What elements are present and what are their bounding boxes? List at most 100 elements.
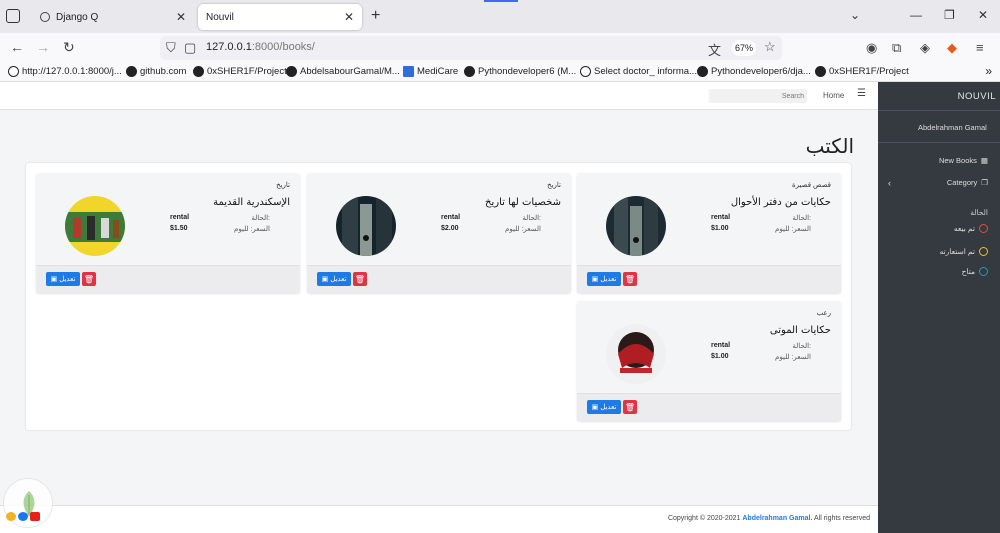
app-top-bar: 🔍︎ Home ☰ — [0, 82, 878, 110]
reload-icon[interactable]: ↻ — [63, 39, 75, 56]
book-category: تاريخ — [547, 182, 561, 189]
book-cover-image — [65, 196, 125, 256]
star-icon[interactable]: ☆ — [764, 39, 776, 55]
author-link[interactable]: Abdelrahman Gamal. — [742, 515, 812, 522]
card-footer: ▣ تعديل 🗑︎ — [577, 393, 841, 421]
chevron-left-icon[interactable]: ‹ — [888, 178, 891, 188]
save-icon: ▣ — [321, 276, 329, 283]
new-tab-icon[interactable]: + — [371, 7, 380, 25]
price-value: $1.00 — [711, 225, 729, 232]
status-value: rental — [170, 214, 190, 221]
shield-icon[interactable]: ⛉ — [166, 40, 176, 56]
search-input[interactable] — [709, 89, 807, 103]
url-text[interactable]: 127.0.0.1:8000/books/ — [206, 41, 315, 53]
hamburger-icon[interactable]: ☰ — [857, 88, 866, 99]
sidebar-divider — [878, 142, 1000, 143]
extensions-icon[interactable]: ⧉ — [892, 40, 901, 56]
edit-button[interactable]: ▣ تعديل — [587, 400, 621, 414]
delete-button[interactable]: 🗑︎ — [623, 272, 637, 286]
book-card: رعب حكايات الموتى الحالة: السعر: لليوم r… — [577, 301, 841, 421]
price-value: $2.00 — [441, 225, 459, 232]
save-icon: ▣ — [50, 276, 58, 283]
bookmark-item[interactable]: Select doctor_ informa... — [580, 66, 697, 77]
price-label: السعر: لليوم — [505, 226, 541, 233]
save-icon: ▣ — [591, 404, 599, 411]
brand-title[interactable]: NOUVIL — [958, 91, 996, 102]
edit-button[interactable]: ▣ تعديل — [46, 272, 80, 286]
medicare-icon — [403, 66, 414, 77]
trash-icon: 🗑︎ — [624, 274, 636, 284]
status-value: rental — [711, 214, 731, 221]
sidebar-item-new-books[interactable]: New Books ▦ — [939, 156, 988, 165]
sidebar-item-borrowed[interactable]: تم استعارته — [940, 247, 988, 256]
card-footer: ▣ تعديل 🗑︎ — [36, 265, 300, 293]
delete-button[interactable]: 🗑︎ — [623, 400, 637, 414]
bookmark-item[interactable]: Pythondeveloper6/dja... — [697, 66, 811, 77]
circle-icon — [979, 247, 988, 256]
bookmark-item[interactable]: Pythondeveloper6 (M... — [464, 66, 576, 77]
book-category: تاريخ — [276, 182, 290, 189]
delete-button[interactable]: 🗑︎ — [82, 272, 96, 286]
tab-title: Nouvil — [206, 11, 234, 23]
close-tab-icon[interactable]: ✕ — [176, 10, 186, 24]
instagram-icon[interactable] — [6, 512, 16, 521]
url-bar[interactable]: ⛉ ▢ 127.0.0.1:8000/books/ 文 67% ☆ — [160, 36, 782, 60]
browser-tab-bar: Django Q ✕ Nouvil ✕ + ⌄ — ❐ ✕ — [0, 0, 1000, 33]
book-cover-image — [606, 196, 666, 256]
bookmark-item[interactable]: http://127.0.0.1:8000/j... — [8, 66, 122, 77]
social-icons — [6, 512, 40, 521]
book-cover-image — [336, 196, 396, 256]
translate-icon[interactable]: 文 — [708, 40, 721, 59]
book-cover-image — [606, 324, 666, 384]
sidebar-item-sold[interactable]: تم بيعه — [954, 224, 988, 233]
fox-icon[interactable]: ◆ — [947, 40, 957, 56]
bookmarks-more-icon[interactable]: » — [985, 64, 992, 78]
facebook-icon[interactable] — [18, 512, 28, 521]
forward-icon[interactable]: → — [36, 39, 50, 55]
sidebar-item-available[interactable]: متاح — [962, 267, 988, 276]
book-title: حكايات من دفتر الأحوال — [730, 197, 831, 208]
shield-extension-icon[interactable]: ◈ — [920, 40, 930, 56]
grid-icon: ▦ — [980, 156, 988, 165]
books-panel: قصص قصيرة حكايات من دفتر الأحوال الحالة:… — [26, 163, 851, 430]
tab-list-icon[interactable] — [6, 9, 20, 23]
page-title: الكتب — [805, 134, 854, 158]
edit-button[interactable]: ▣ تعديل — [587, 272, 621, 286]
tab-nouvil[interactable]: Nouvil ✕ — [198, 4, 362, 30]
sidebar-user[interactable]: Abdelrahman Gamal — [918, 123, 987, 132]
sidebar-section-header: الحالة — [970, 208, 988, 217]
tab-django-q[interactable]: Django Q ✕ — [32, 4, 194, 30]
window-close-icon[interactable]: ✕ — [978, 8, 988, 22]
close-tab-icon[interactable]: ✕ — [344, 10, 354, 24]
bookmark-item[interactable]: github.com — [126, 66, 186, 77]
page-footer: Copyright © 2020-2021 Abdelrahman Gamal.… — [0, 505, 878, 533]
bookmark-item[interactable]: 0xSHER1F/Project — [815, 66, 909, 77]
delete-button[interactable]: 🗑︎ — [353, 272, 367, 286]
favicon-icon — [40, 12, 50, 22]
bookmark-item[interactable]: AbdelsabourGamal/M... — [286, 66, 400, 77]
github-icon — [126, 66, 137, 77]
bookmark-item[interactable]: 0xSHER1F/Project — [193, 66, 287, 77]
status-label: الحالة: — [792, 215, 811, 222]
chevron-down-icon[interactable]: ⌄ — [850, 8, 860, 22]
home-link[interactable]: Home — [823, 91, 844, 100]
maximize-icon[interactable]: ❐ — [944, 8, 955, 22]
trash-icon: 🗑︎ — [354, 274, 366, 284]
minimize-icon[interactable]: — — [910, 8, 922, 22]
back-icon[interactable]: ← — [10, 39, 24, 55]
sidebar-item-category[interactable]: Category ❐ — [947, 178, 988, 187]
tab-title: Django Q — [56, 11, 99, 23]
github-icon — [464, 66, 475, 77]
bookmark-item[interactable]: MediCare — [403, 66, 458, 77]
zoom-level[interactable]: 67% — [732, 40, 756, 56]
trash-icon: 🗑︎ — [83, 274, 95, 284]
status-label: الحالة: — [792, 343, 811, 350]
account-icon[interactable]: ◉ — [866, 40, 877, 56]
status-value: rental — [711, 342, 731, 349]
page-icon: ▢ — [184, 40, 197, 55]
youtube-icon[interactable] — [30, 512, 40, 521]
tab-indicator — [484, 0, 518, 2]
menu-icon[interactable]: ≡ — [976, 40, 984, 55]
circle-icon — [979, 224, 988, 233]
edit-button[interactable]: ▣ تعديل — [317, 272, 351, 286]
